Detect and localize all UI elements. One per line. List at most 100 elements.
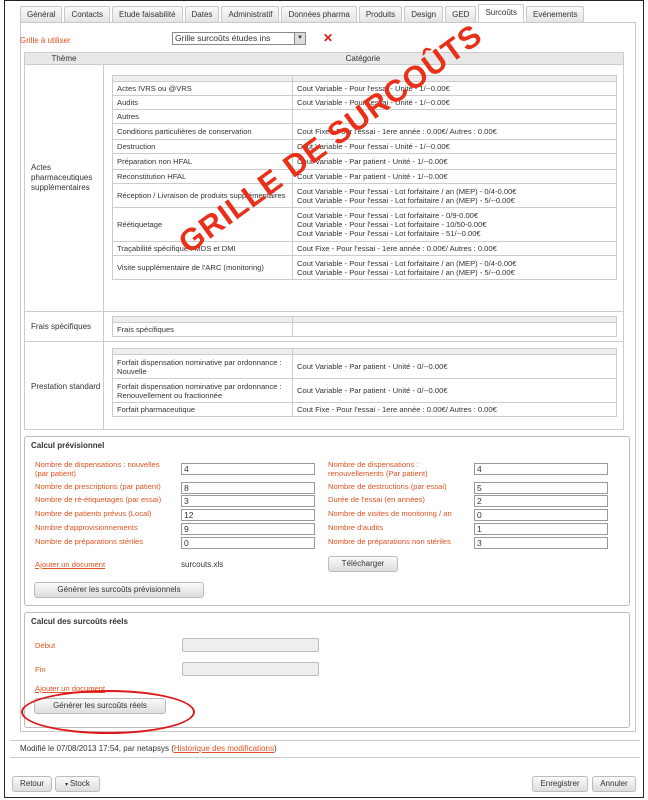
field-label: Nombre d'approvisionnements [35,523,138,532]
tab-10[interactable]: Evénements [526,6,585,22]
telecharger-button[interactable]: Télécharger [328,556,398,572]
modified-text: Modifié le 07/08/2013 17:54, par netapsy… [20,744,174,753]
theme-label: Actes pharmaceutiques supplémentaires [31,163,93,192]
table-row: Forfait dispensation nominative par ordo… [112,378,617,403]
calcul-previsionnel-title: Calcul prévisionnel [31,441,105,450]
annuler-button[interactable]: Annuler [592,776,636,792]
tab-bar: Général Contacts Etude faisabilité Dates Adm… [20,4,586,22]
close-paren: ) [273,744,277,753]
field-label: Nombre de préparations non stériles [328,537,451,546]
category-cost: Cout Variable - Pour l'essai - Lot forfa… [292,255,617,280]
category-name: Forfait dispensation nominative par ordo… [112,354,293,379]
category-cost: Cout Fixe - Pour l'essai - 1ere année : … [292,241,617,256]
field-label: Nombre de dispensations : nouvelles (par… [35,460,160,478]
theme-header: Thème [51,54,77,63]
category-cost: Cout Variable - Pour l'essai - Lot forfa… [292,183,617,208]
tab-7[interactable]: Design [404,6,444,22]
category-cost [292,322,617,337]
theme-label: Frais spécifiques [31,322,92,331]
category-table: Forfait dispensation nominative par ordo… [112,348,617,417]
highlight-ellipse [21,690,195,734]
category-cost: Cout Variable - Par patient - Unité - 1/… [292,169,617,184]
field-label: Nombre de prescriptions (par patient) [35,482,161,491]
table-row: Visite supplémentaire de l'ARC (monitori… [112,255,617,280]
category-cost: Cout Variable - Pour l'essai - Lot forfa… [292,207,617,242]
table-row: Forfait pharmaceutique Cout Fixe - Pour l… [112,402,617,417]
field-label: Nombre de ré-étiquetages (par essai) [35,495,162,504]
category-cost: Cout Variable - Par patient - Unité - 1/… [292,153,617,170]
field-input[interactable]: 8 [181,482,315,494]
add-document-link[interactable]: Ajouter un document [35,560,105,569]
category-cost: Cout Fixe - Pour l'essai - 1ere année : … [292,402,617,417]
field-input[interactable]: 3 [181,495,315,507]
theme-block: Actes pharmaceutiques supplémentaires Act… [24,65,624,312]
field-input[interactable]: 4 [181,463,315,475]
field-input[interactable]: 9 [181,523,315,535]
file-name: surcouts.xls [181,560,224,569]
category-name: Frais spécifiques [112,322,293,337]
generer-previsionnels-button[interactable]: Générer les surcoûts prévisionnels [34,582,204,598]
field-label: Nombre de visites de monitoring / an [328,509,452,518]
field-input[interactable]: 5 [474,482,608,494]
calcul-reels-title: Calcul des surcoûts réels [31,617,128,626]
category-name: Audits [112,95,293,110]
field-label: Nombre de destructions (par essai) [328,482,447,491]
field-input[interactable]: 0 [181,537,315,549]
category-name: Conditions particulières de conservation [112,123,293,140]
history-link[interactable]: Historique des modifications [174,744,274,753]
category-cell: Frais spécifiques [103,312,625,341]
grille-select[interactable]: Grille surcoûts études ins ▼ [172,32,306,45]
tab-1[interactable]: Contacts [64,6,111,22]
chevron-down-icon[interactable]: ▼ [294,33,305,44]
category-name: Forfait dispensation nominative par ordo… [112,378,293,403]
table-row: Forfait dispensation nominative par ordo… [112,354,617,379]
category-name: Visite supplémentaire de l'ARC (monitori… [112,255,293,280]
delete-icon[interactable]: ✕ [323,31,333,45]
field-label: Nombre d'audits [328,523,384,532]
category-cost: Cout Variable - Pour l'essai - Unité - 1… [292,95,617,110]
enregistrer-button[interactable]: Enregistrer [532,776,588,792]
footer-line: Modifié le 07/08/2013 17:54, par netapsy… [10,740,640,758]
tab-8[interactable]: GED [445,6,477,22]
retour-button[interactable]: Retour [12,776,52,792]
category-cell: Forfait dispensation nominative par ordo… [103,342,625,429]
tab-6[interactable]: Produits [358,6,403,22]
tab-2[interactable]: Etude faisabilité [112,6,183,22]
category-name: Autres [112,109,293,124]
field-input[interactable]: 4 [474,463,608,475]
theme-label: Prestation standard [31,382,101,391]
category-cost: Cout Variable - Par patient - Unité - 0/… [292,354,617,379]
fin-label: Fin [35,665,46,674]
categorie-header: Catégorie [345,54,381,63]
tab-0[interactable]: Général [20,6,63,22]
field-input[interactable]: 0 [474,509,608,521]
category-name: Destruction [112,139,293,154]
field-label: Nombre de patients prévus (Local) [35,509,152,518]
table-row: Destruction Cout Variable - Pour l'essai … [112,139,617,154]
tab-4[interactable]: Administratif [221,6,280,22]
category-cost: Cout Variable - Pour l'essai - Unité - 1… [292,81,617,96]
table-header: Thème Catégorie [24,52,624,65]
field-label: Durée de l'essai (en années) [328,495,425,504]
field-input[interactable]: 2 [474,495,608,507]
grille-select-value: Grille surcoûts études ins [175,33,271,43]
tab-9[interactable]: Surcoûts [478,4,525,22]
category-table: Frais spécifiques [112,316,617,337]
field-label: Nombre de dispensations : renouvellement… [328,460,428,478]
theme-block: Prestation standard Forfait dispensation … [24,342,624,430]
fin-input[interactable] [182,662,319,676]
field-input[interactable]: 3 [474,537,608,549]
category-name: Forfait pharmaceutique [112,402,293,417]
field-input[interactable]: 12 [181,509,315,521]
stock-button[interactable]: ▾ Stock [55,776,100,792]
table-row: Réception / Livraison de produits supplé… [112,183,617,208]
table-row: Frais spécifiques [112,322,617,337]
tab-5[interactable]: Données pharma [281,6,357,22]
tab-3[interactable]: Dates [184,6,220,22]
table-row: Préparation non HFAL Cout Variable - Par … [112,153,617,170]
stock-label: Stock [69,779,90,788]
debut-label: Début [35,641,56,650]
field-label: Nombre de préparations stériles [35,537,144,546]
field-input[interactable]: 1 [474,523,608,535]
debut-input[interactable] [182,638,319,652]
